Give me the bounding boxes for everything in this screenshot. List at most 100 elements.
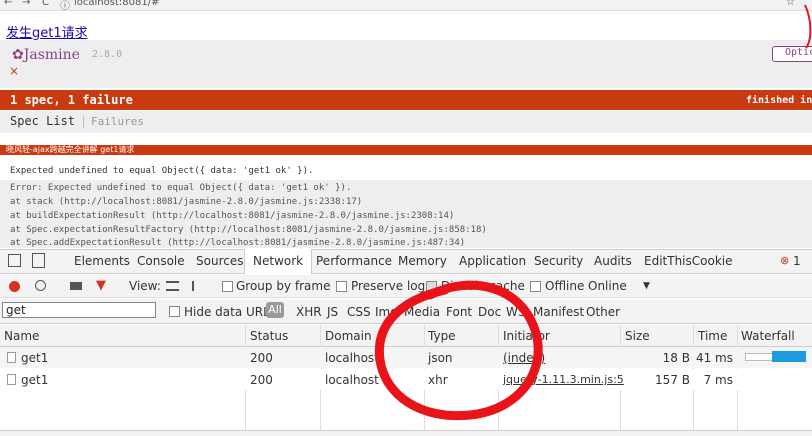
document-icon bbox=[7, 374, 16, 385]
filter-type-css[interactable]: CSS bbox=[347, 305, 371, 319]
offline-checkbox[interactable] bbox=[530, 281, 541, 292]
device-toolbar-icon[interactable] bbox=[32, 253, 45, 268]
forward-icon[interactable]: → bbox=[22, 0, 30, 8]
cell-status: 200 bbox=[250, 351, 273, 365]
cell-initiator-link[interactable]: jquery-1.11.3.min.js:5 bbox=[503, 373, 624, 386]
tab-separator: | bbox=[80, 114, 88, 128]
reload-icon[interactable]: C bbox=[42, 0, 49, 8]
offline-label: Offline bbox=[545, 279, 585, 293]
column-domain[interactable]: Domain bbox=[325, 329, 372, 343]
stack-line: at Spec.expectationResultFactory (http:/… bbox=[10, 225, 487, 235]
star-icon[interactable]: ☆ bbox=[786, 0, 795, 8]
stack-line: at buildExpectationResult (http://localh… bbox=[10, 211, 455, 221]
stack-line: at Spec.addExpectationResult (http://loc… bbox=[10, 238, 466, 248]
cell-type: xhr bbox=[428, 373, 448, 387]
tab-elements[interactable]: Elements bbox=[74, 254, 130, 268]
back-icon[interactable]: ← bbox=[4, 0, 12, 8]
record-icon[interactable] bbox=[9, 281, 20, 292]
tab-network[interactable]: Network bbox=[244, 249, 313, 274]
info-icon[interactable]: ⓘ bbox=[60, 0, 70, 12]
jasmine-logo: ✿Jasmine bbox=[12, 47, 80, 63]
cell-initiator-link[interactable]: (index) bbox=[503, 351, 545, 365]
waterfall-wait-bar bbox=[745, 353, 775, 361]
throttling-chevron-icon[interactable]: ▼ bbox=[643, 281, 650, 291]
overview-icon[interactable] bbox=[192, 281, 205, 291]
jasmine-banner bbox=[0, 40, 812, 88]
expectation-message: Expected undefined to equal Object({ dat… bbox=[10, 166, 314, 176]
group-by-frame-label: Group by frame bbox=[236, 279, 331, 293]
column-waterfall[interactable]: Waterfall bbox=[741, 329, 795, 343]
tab-memory[interactable]: Memory bbox=[398, 254, 447, 268]
tab-performance[interactable]: Performance bbox=[316, 254, 392, 268]
column-type[interactable]: Type bbox=[428, 329, 456, 343]
column-size[interactable]: Size bbox=[625, 329, 650, 343]
spec-list-link[interactable]: Spec List bbox=[10, 114, 75, 128]
cell-type: json bbox=[428, 351, 453, 365]
filter-type-media[interactable]: Media bbox=[404, 305, 440, 319]
cell-size: 157 B bbox=[655, 373, 690, 387]
table-row[interactable] bbox=[0, 347, 812, 368]
cell-size: 18 B bbox=[662, 351, 690, 365]
document-icon bbox=[7, 352, 16, 363]
disable-cache-label: Disable cache bbox=[441, 279, 525, 293]
cell-time: 7 ms bbox=[703, 373, 733, 387]
filter-type-img[interactable]: Img bbox=[375, 305, 398, 319]
spec-summary: 1 spec, 1 failure bbox=[10, 93, 133, 107]
filter-input[interactable] bbox=[2, 302, 156, 318]
preserve-log-label: Preserve log bbox=[351, 279, 426, 293]
cell-name[interactable]: get1 bbox=[21, 351, 48, 365]
tab-sources[interactable]: Sources bbox=[196, 254, 243, 268]
tab-application[interactable]: Application bbox=[459, 254, 526, 268]
tab-audits[interactable]: Audits bbox=[594, 254, 632, 268]
waterfall-download-bar bbox=[772, 351, 806, 362]
view-label: View: bbox=[129, 279, 161, 293]
filter-type-font[interactable]: Font bbox=[446, 305, 472, 319]
cell-name[interactable]: get1 bbox=[21, 373, 48, 387]
column-status[interactable]: Status bbox=[250, 329, 288, 343]
jasmine-flower-icon: ✿ bbox=[12, 47, 24, 63]
tab-editthiscookie[interactable]: EditThisCookie bbox=[644, 254, 733, 268]
jasmine-version: 2.8.0 bbox=[92, 49, 123, 60]
error-count: 1 bbox=[793, 254, 801, 268]
table-row[interactable] bbox=[0, 369, 812, 390]
capture-screenshots-icon[interactable] bbox=[70, 282, 82, 290]
hide-data-urls-label: Hide data URLs bbox=[184, 305, 277, 319]
throttling-select[interactable]: Online bbox=[588, 279, 627, 293]
inspect-element-icon[interactable] bbox=[8, 254, 21, 267]
filter-type-other[interactable]: Other bbox=[586, 305, 620, 319]
filter-type-ws[interactable]: WS bbox=[506, 305, 525, 319]
column-time[interactable]: Time bbox=[698, 329, 727, 343]
url-bar[interactable]: localhost:8081/# bbox=[74, 0, 159, 8]
filter-icon[interactable]: ▼ bbox=[96, 278, 106, 293]
failures-link[interactable]: Failures bbox=[91, 115, 144, 128]
filter-type-js[interactable]: JS bbox=[327, 305, 338, 319]
cell-domain: localhost bbox=[325, 373, 379, 387]
failed-spec-mark[interactable]: × bbox=[9, 64, 19, 78]
suite-title[interactable]: 晓风轻-ajax跨越完全讲解 get1请求 bbox=[6, 145, 134, 155]
filter-type-xhr[interactable]: XHR bbox=[296, 305, 322, 319]
tab-console[interactable]: Console bbox=[137, 254, 185, 268]
large-rows-icon[interactable] bbox=[166, 281, 179, 291]
cell-domain: localhost bbox=[325, 351, 379, 365]
column-initiator[interactable]: Initiator bbox=[503, 329, 550, 343]
options-button[interactable]: Optic bbox=[772, 46, 812, 62]
cell-time: 41 ms bbox=[695, 351, 733, 365]
get1-request-link[interactable]: 发生get1请求 bbox=[6, 22, 88, 41]
disable-cache-checkbox[interactable] bbox=[426, 281, 437, 292]
jasmine-logo-text: Jasmine bbox=[23, 47, 80, 63]
hide-data-urls-checkbox[interactable] bbox=[169, 306, 180, 317]
preserve-log-checkbox[interactable] bbox=[336, 281, 347, 292]
stack-line: at stack (http://localhost:8081/jasmine-… bbox=[10, 197, 363, 207]
network-table-header bbox=[0, 325, 812, 347]
filter-type-manifest[interactable]: Manifest bbox=[533, 305, 584, 319]
filter-type-doc[interactable]: Doc bbox=[478, 305, 501, 319]
stack-line: Error: Expected undefined to equal Objec… bbox=[10, 183, 352, 193]
group-by-frame-checkbox[interactable] bbox=[222, 281, 233, 292]
status-bar bbox=[0, 430, 812, 436]
finished-time: finished in 0 bbox=[746, 95, 812, 106]
column-name[interactable]: Name bbox=[4, 329, 39, 343]
error-icon[interactable]: ⊗ bbox=[780, 254, 789, 267]
filter-type-all[interactable]: All bbox=[266, 302, 284, 318]
tab-security[interactable]: Security bbox=[534, 254, 583, 268]
clear-icon[interactable] bbox=[35, 280, 46, 291]
